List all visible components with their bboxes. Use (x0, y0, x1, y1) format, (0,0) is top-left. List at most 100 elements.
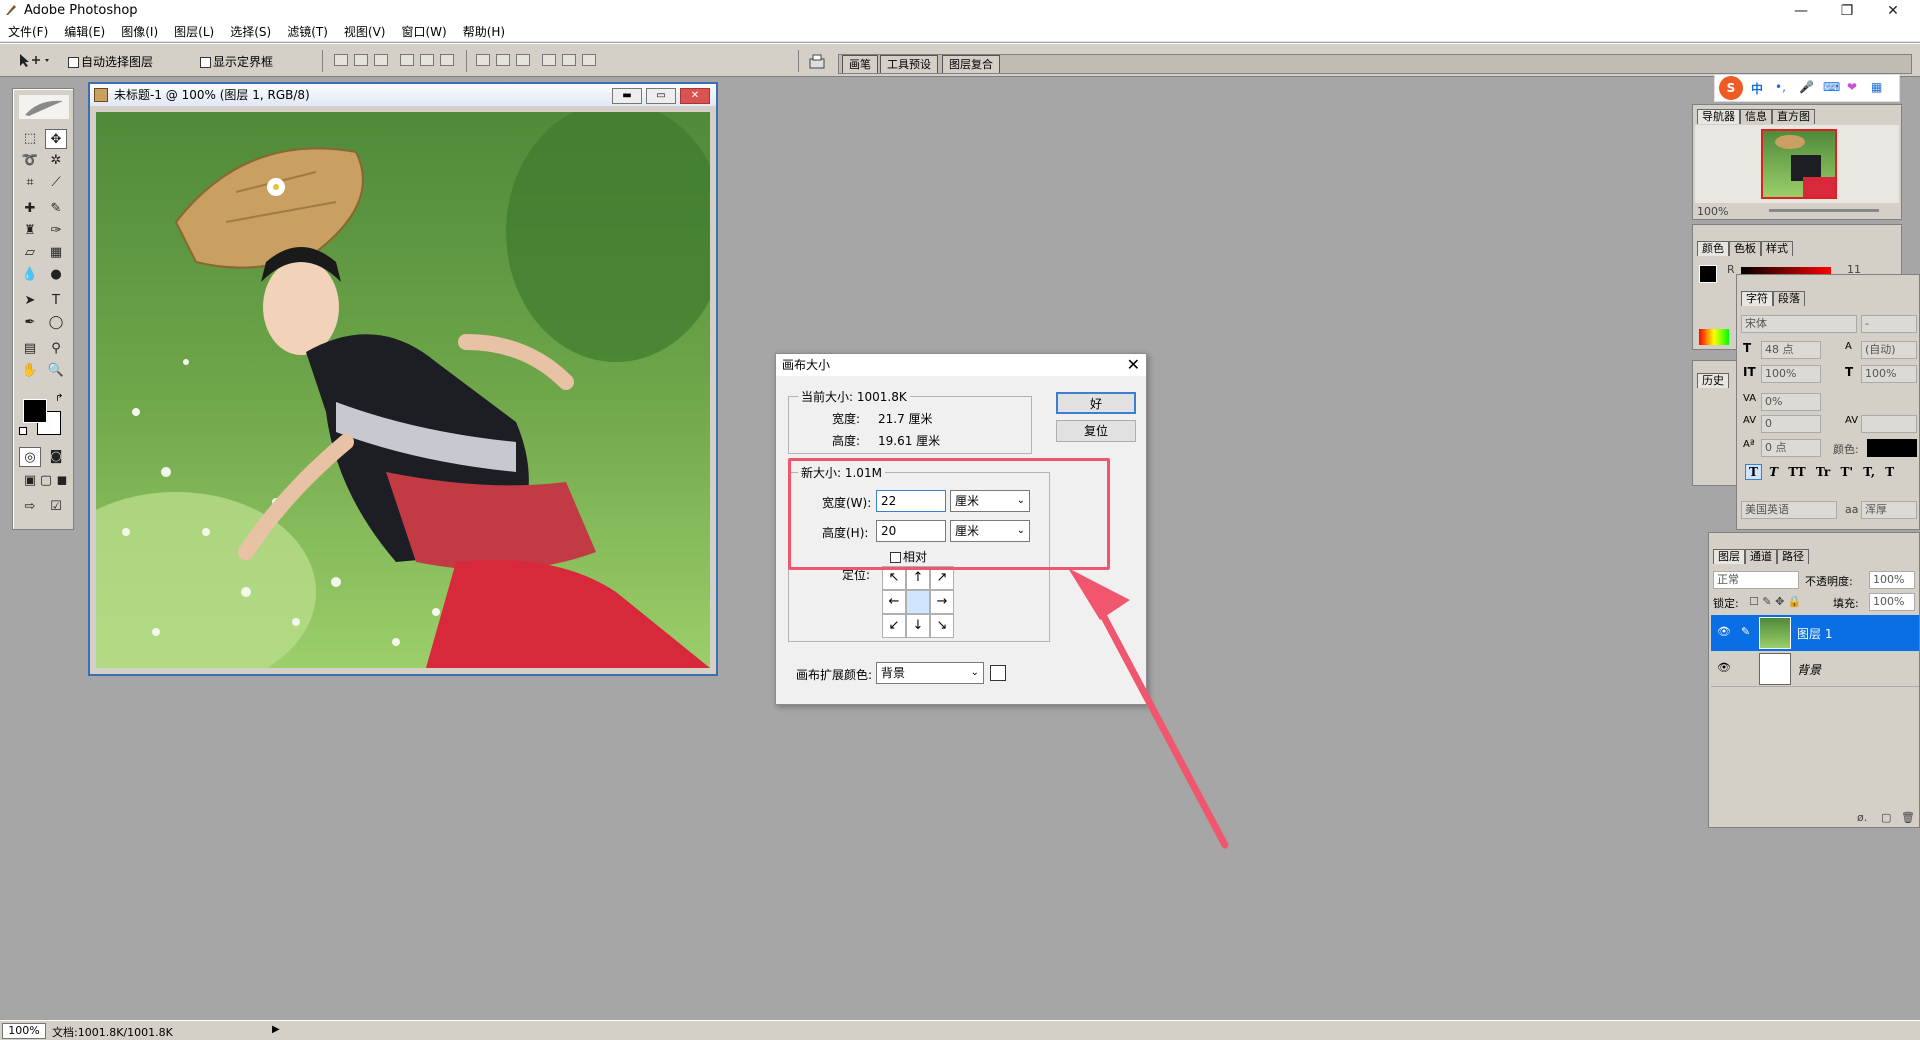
foreground-color-swatch-top[interactable] (23, 399, 47, 423)
distribute-hcenter-icon[interactable] (562, 54, 576, 66)
tab-styles[interactable]: 样式 (1761, 241, 1793, 256)
reset-button[interactable]: 复位 (1056, 420, 1136, 442)
marquee-tool-icon[interactable]: ⬚ (19, 129, 41, 149)
status-menu-arrow-icon[interactable]: ▶ (272, 1024, 280, 1035)
subscript-button[interactable]: T, (1860, 465, 1878, 479)
blur-tool-icon[interactable]: 💧 (19, 265, 41, 285)
text-color-swatch[interactable] (1867, 439, 1917, 457)
align-right-icon[interactable] (440, 54, 454, 66)
eye-icon[interactable]: 👁 (1717, 625, 1731, 638)
menu-window[interactable]: 窗口(W) (393, 22, 454, 42)
font-style-select[interactable]: - (1861, 315, 1917, 333)
anchor-left[interactable]: ← (882, 590, 906, 614)
magic-wand-tool-icon[interactable]: ✲ (45, 151, 67, 171)
extension-color-swatch[interactable] (990, 665, 1006, 681)
eyedropper-tool-icon[interactable]: ⚲ (45, 339, 67, 359)
vertical-scale-input[interactable]: 100% (1761, 365, 1821, 383)
distribute-left-icon[interactable] (542, 54, 556, 66)
hand-tool-icon[interactable]: ✋ (19, 361, 41, 381)
healing-brush-tool-icon[interactable]: ✚ (19, 199, 41, 219)
align-top-icon[interactable] (334, 54, 348, 66)
sogou-logo[interactable]: S (1719, 76, 1743, 100)
tab-paths[interactable]: 路径 (1777, 549, 1809, 564)
anchor-center[interactable] (906, 590, 930, 614)
lock-icons[interactable]: ☐ ✎ ✥ 🔒 (1749, 595, 1801, 608)
anchor-right[interactable]: → (930, 590, 954, 614)
eraser-tool-icon[interactable]: ▱ (19, 243, 41, 263)
ime-voice-icon[interactable]: 🎤 (1799, 80, 1814, 94)
extension-color-select[interactable]: 背景 ⌄ (876, 662, 984, 684)
faux-italic-button[interactable]: T (1766, 465, 1781, 479)
font-family-select[interactable]: 宋体 (1741, 315, 1857, 333)
menu-view[interactable]: 视图(V) (336, 22, 394, 42)
palette-well-icon[interactable] (808, 52, 826, 70)
restore-button[interactable]: ❐ (1824, 0, 1870, 22)
layer-row-background[interactable]: 👁 背景 (1711, 651, 1919, 687)
doc-maximize-button[interactable]: ▭ (646, 88, 676, 104)
notes-tool-icon[interactable]: ▤ (19, 339, 41, 359)
minimize-button[interactable]: — (1778, 0, 1824, 22)
new-layer-icon[interactable]: ▢ (1881, 811, 1891, 824)
underline-button[interactable]: T (1882, 465, 1897, 479)
tracking-input[interactable]: 0 (1761, 415, 1821, 433)
slice-tool-icon[interactable]: ⟋ (45, 173, 67, 193)
tab-layers[interactable]: 图层 (1713, 549, 1745, 564)
faux-bold-button[interactable]: T (1745, 464, 1762, 480)
show-bounding-box-checkbox[interactable]: 显示定界框 (200, 53, 273, 70)
clone-stamp-tool-icon[interactable]: ♜ (19, 221, 41, 241)
horizontal-scale-input[interactable]: 100% (1861, 365, 1917, 383)
palette-tab-layer-comps[interactable]: 图层复合 (942, 55, 1000, 73)
palette-tab-brushes[interactable]: 画笔 (842, 55, 878, 73)
dodge-tool-icon[interactable]: ● (45, 265, 67, 285)
history-brush-tool-icon[interactable]: ✑ (45, 221, 67, 241)
move-tool-icon[interactable]: ✥ (45, 129, 67, 149)
ime-keyboard-icon[interactable]: ⌨ (1823, 80, 1840, 94)
tab-paragraph[interactable]: 段落 (1773, 291, 1805, 306)
color-ramp[interactable] (1699, 329, 1729, 345)
menu-image[interactable]: 图像(I) (113, 22, 166, 42)
distribute-bottom-icon[interactable] (516, 54, 530, 66)
close-button[interactable]: ✕ (1870, 0, 1916, 22)
navigator-zoom-slider[interactable] (1769, 209, 1879, 212)
baseline-input[interactable]: 0 点 (1761, 439, 1821, 457)
menu-edit[interactable]: 编辑(E) (56, 22, 113, 42)
brush-tool-icon[interactable]: ✎ (45, 199, 67, 219)
ok-button[interactable]: 好 (1056, 392, 1136, 414)
quick-mask-mode-icon[interactable]: ◙ (45, 447, 67, 467)
ime-menu-icon[interactable]: ▦ (1871, 80, 1882, 94)
tab-history[interactable]: 历史 (1697, 373, 1729, 388)
fill-input[interactable]: 100% (1869, 593, 1915, 611)
layer-row-layer-1[interactable]: 👁 ✎ 图层 1 (1711, 615, 1919, 651)
doc-minimize-button[interactable]: ▬ (612, 88, 642, 104)
tab-character[interactable]: 字符 (1741, 291, 1773, 306)
layer-1-name[interactable]: 图层 1 (1797, 625, 1832, 642)
lasso-tool-icon[interactable]: ➰ (19, 151, 41, 171)
crop-tool-icon[interactable]: ⌗ (19, 173, 41, 193)
photo-canvas[interactable] (96, 112, 710, 668)
navigator-zoom[interactable]: 100% (1697, 205, 1728, 218)
auto-select-layer-checkbox[interactable]: 自动选择图层 (68, 53, 153, 70)
tab-channels[interactable]: 通道 (1745, 549, 1777, 564)
layer-style-icon[interactable]: ø. (1857, 811, 1867, 824)
pen-tool-icon[interactable]: ✒ (19, 313, 41, 333)
screen-mode-full-icon[interactable]: ◼ (51, 471, 73, 491)
swap-colors-icon[interactable]: ↱ (55, 393, 63, 404)
distribute-top-icon[interactable] (476, 54, 490, 66)
kerning-input[interactable]: 0% (1761, 393, 1821, 411)
zoom-tool-icon[interactable]: 🔍 (45, 361, 67, 381)
file-browser-icon[interactable]: ☑ (45, 497, 67, 517)
anchor-bottom-right[interactable]: ↘ (930, 614, 954, 638)
type-tool-icon[interactable]: T (45, 291, 67, 311)
tab-navigator[interactable]: 导航器 (1697, 109, 1740, 124)
jump-to-imageready-icon[interactable]: ⇨ (19, 497, 41, 517)
menu-layer[interactable]: 图层(L) (166, 22, 222, 42)
eye-icon[interactable]: 👁 (1717, 661, 1731, 674)
distribute-vcenter-icon[interactable] (496, 54, 510, 66)
ime-punctuation-icon[interactable]: •, (1775, 80, 1786, 94)
leading-input[interactable]: (自动) (1861, 341, 1917, 359)
navigator-thumbnail[interactable] (1761, 129, 1837, 199)
menu-help[interactable]: 帮助(H) (455, 22, 513, 42)
dialog-title-bar[interactable]: 画布大小 (776, 354, 1146, 376)
menu-file[interactable]: 文件(F) (0, 22, 56, 42)
status-zoom-input[interactable]: 100% (2, 1023, 46, 1039)
